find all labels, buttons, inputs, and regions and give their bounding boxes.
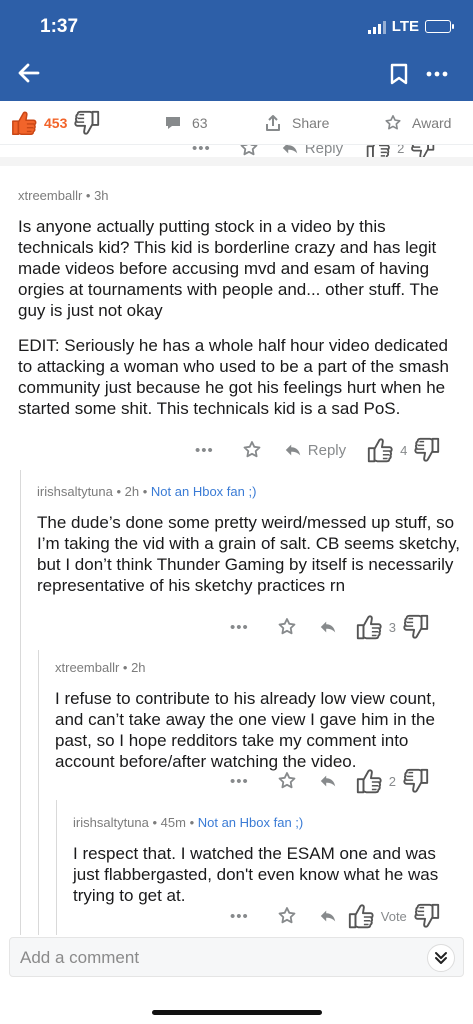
award-button[interactable]: Award — [384, 114, 451, 132]
reply-button[interactable]: Reply — [281, 143, 343, 157]
vote-label: Vote — [380, 908, 407, 924]
comment-author[interactable]: xtreemballr — [18, 188, 82, 203]
thumbs-down-icon[interactable] — [411, 901, 441, 931]
comment-body: Is anyone actually putting stock in a vi… — [18, 216, 458, 419]
bookmark-icon[interactable] — [388, 62, 410, 86]
comment-paragraph: The dude’s done some pretty weird/messed… — [37, 513, 460, 595]
award-icon[interactable] — [277, 906, 297, 926]
reply-icon[interactable] — [319, 772, 337, 790]
comment: xtreemballr • 3h Is anyone actually putt… — [18, 185, 458, 433]
comment-time: 2h — [131, 660, 146, 675]
comment-time: 3h — [94, 188, 109, 203]
more-options-icon[interactable]: ••• — [195, 442, 214, 459]
previous-comment-actions: ••• Reply 2 — [0, 143, 473, 157]
vote-count: 2 — [388, 773, 396, 789]
comment-paragraph: EDIT: Seriously he has a whole half hour… — [18, 336, 449, 418]
battery-icon — [425, 20, 454, 33]
comment-author[interactable]: xtreemballr — [55, 660, 119, 675]
composer-placeholder: Add a comment — [20, 948, 140, 967]
share-icon — [266, 114, 280, 131]
comment-meta: irishsaltytuna • 2h • Not an Hbox fan ;) — [37, 484, 257, 499]
post-vote: 453 — [10, 108, 150, 138]
reply-icon — [281, 143, 299, 157]
comment-icon — [166, 116, 180, 129]
thumbs-down-icon[interactable] — [408, 143, 436, 157]
comment-meta: irishsaltytuna • 45m • Not an Hbox fan ;… — [73, 815, 304, 830]
post-action-bar: 453 63 Share Award — [0, 101, 473, 145]
comment-body: The dude’s done some pretty weird/messed… — [37, 512, 463, 596]
comment-author[interactable]: irishsaltytuna — [73, 815, 149, 830]
thumbs-up-icon[interactable] — [366, 435, 396, 465]
reply-icon[interactable] — [319, 618, 337, 636]
app-header: 1:37 LTE — [0, 0, 473, 101]
share-button[interactable]: Share — [264, 114, 384, 132]
comment-actions: ••• Vote — [230, 901, 441, 931]
award-icon[interactable] — [277, 617, 297, 637]
award-icon[interactable] — [239, 143, 259, 157]
vote-count: 3 — [388, 619, 396, 635]
comment: irishsaltytuna • 2h • Not an Hbox fan ;)… — [37, 481, 463, 610]
reply-label: Reply — [307, 441, 347, 459]
user-flair: Not an Hbox fan ;) — [150, 484, 257, 499]
comment-composer[interactable]: Add a comment — [9, 937, 464, 977]
comment-body: I refuse to contribute to his already lo… — [55, 688, 463, 772]
reply-label: Reply — [304, 143, 344, 157]
more-options-icon[interactable]: ••• — [230, 908, 249, 925]
signal-icon — [367, 20, 386, 34]
reply-button[interactable]: Reply — [284, 441, 346, 459]
reply-icon — [284, 441, 302, 459]
comment-actions: ••• 2 — [230, 766, 430, 796]
reply-icon[interactable] — [319, 907, 337, 925]
comment-time: 2h — [124, 484, 140, 499]
thumbs-down-icon[interactable] — [400, 766, 430, 796]
thumbs-down-icon[interactable] — [71, 108, 101, 138]
thread-rail[interactable] — [20, 470, 21, 935]
comment-author[interactable]: irishsaltytuna — [37, 484, 113, 499]
award-icon[interactable] — [242, 440, 262, 460]
network-label: LTE — [391, 18, 419, 35]
comment-paragraph: I refuse to contribute to his already lo… — [55, 689, 436, 771]
arrow-left-icon[interactable] — [16, 60, 42, 86]
more-options-icon[interactable]: ••• — [192, 143, 211, 157]
expand-button[interactable] — [427, 944, 455, 972]
share-label: Share — [292, 114, 330, 131]
status-indicators: LTE — [367, 18, 454, 35]
comments-count: 63 — [192, 114, 208, 131]
more-icon[interactable] — [424, 62, 450, 86]
comment-paragraph: I respect that. I watched the ESAM one a… — [73, 844, 439, 905]
thread-rail[interactable] — [38, 650, 39, 935]
thumbs-down-icon[interactable] — [411, 435, 441, 465]
comment-actions: ••• 3 — [230, 612, 430, 642]
vote-count: 4 — [400, 442, 408, 458]
award-label: Award — [412, 114, 452, 131]
chevron-double-down-icon — [435, 952, 447, 964]
award-icon[interactable] — [277, 771, 297, 791]
section-divider — [0, 157, 473, 166]
home-indicator[interactable] — [152, 1010, 322, 1015]
comment-meta: xtreemballr • 3h — [18, 188, 109, 203]
comment-body: I respect that. I watched the ESAM one a… — [73, 843, 463, 906]
more-options-icon[interactable]: ••• — [230, 773, 249, 790]
thumbs-up-icon[interactable] — [347, 901, 377, 931]
comment-actions: ••• Reply 4 — [195, 435, 441, 465]
comment-paragraph: Is anyone actually putting stock in a vi… — [18, 217, 439, 320]
post-score: 453 — [44, 114, 68, 131]
thumbs-up-icon[interactable] — [365, 143, 393, 157]
more-options-icon[interactable]: ••• — [230, 619, 249, 636]
comments-button[interactable]: 63 — [164, 114, 264, 132]
thumbs-up-icon[interactable] — [355, 766, 385, 796]
thread-rail[interactable] — [56, 800, 57, 935]
thumbs-down-icon[interactable] — [400, 612, 430, 642]
thumbs-up-icon[interactable] — [10, 108, 40, 138]
thumbs-up-icon[interactable] — [355, 612, 385, 642]
comment-time: 45m — [160, 815, 186, 830]
award-icon — [384, 114, 402, 132]
comment-meta: xtreemballr • 2h — [55, 660, 146, 675]
user-flair: Not an Hbox fan ;) — [197, 815, 304, 830]
status-time: 1:37 — [40, 16, 79, 37]
